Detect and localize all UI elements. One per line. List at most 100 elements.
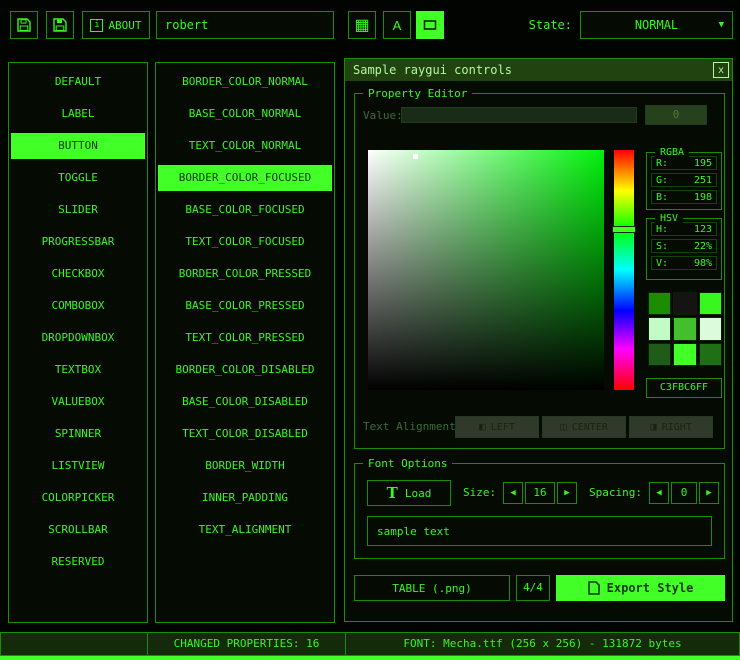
align-center-label: CENTER	[572, 422, 608, 433]
property-item-text-color-pressed[interactable]: TEXT_COLOR_PRESSED	[158, 325, 332, 351]
control-item-scrollbar[interactable]: SCROLLBAR	[11, 517, 145, 543]
export-format-dropdown[interactable]: TABLE (.png)	[354, 575, 510, 601]
value-button: 0	[645, 105, 707, 125]
value-slider	[401, 107, 637, 123]
font-t-icon: T	[387, 486, 398, 500]
font-atlas-button[interactable]: ▦	[348, 11, 376, 39]
control-item-colorpicker[interactable]: COLORPICKER	[11, 485, 145, 511]
green-valuebox[interactable]: G: 251	[651, 173, 717, 187]
load-style-button[interactable]	[10, 11, 38, 39]
about-button-label: ABOUT	[108, 19, 141, 32]
property-editor-title: Property Editor	[363, 87, 472, 100]
control-item-dropdownbox[interactable]: DROPDOWNBOX	[11, 325, 145, 351]
blue-value: 198	[694, 191, 712, 203]
format-counter-valuebox[interactable]: 4/4	[516, 575, 550, 601]
hex-color-textbox[interactable]: C3FBC6FF	[646, 378, 722, 398]
control-item-listview[interactable]: LISTVIEW	[11, 453, 145, 479]
control-item-reserved[interactable]: RESERVED	[11, 549, 145, 575]
size-valuebox[interactable]: 16	[525, 482, 555, 504]
palette-cell-7[interactable]	[673, 343, 696, 366]
toolbar: i ABOUT ▦ A State: NORMAL ▼	[0, 0, 740, 48]
property-item-base-color-normal[interactable]: BASE_COLOR_NORMAL	[158, 101, 332, 127]
property-item-text-color-normal[interactable]: TEXT_COLOR_NORMAL	[158, 133, 332, 159]
palette-cell-3[interactable]	[648, 317, 671, 340]
align-right-icon: ◨	[650, 422, 657, 432]
window-titlebar[interactable]: Sample raygui controls x	[345, 59, 732, 81]
property-item-base-color-focused[interactable]: BASE_COLOR_FOCUSED	[158, 197, 332, 223]
property-item-border-color-normal[interactable]: BORDER_COLOR_NORMAL	[158, 69, 332, 95]
property-item-base-color-pressed[interactable]: BASE_COLOR_PRESSED	[158, 293, 332, 319]
font-options-title: Font Options	[363, 457, 452, 470]
hsv-group: HSV H: 123 S: 22% V: 98%	[646, 218, 722, 280]
blue-valuebox[interactable]: B: 198	[651, 190, 717, 204]
control-box-icon	[423, 18, 437, 32]
rgba-group: RGBA R: 195 G: 251 B: 198	[646, 152, 722, 210]
property-item-border-color-disabled[interactable]: BORDER_COLOR_DISABLED	[158, 357, 332, 383]
save-style-button[interactable]	[46, 11, 74, 39]
value-label: Value:	[363, 109, 403, 122]
property-item-text-color-focused[interactable]: TEXT_COLOR_FOCUSED	[158, 229, 332, 255]
color-picker-cursor[interactable]	[413, 154, 418, 159]
control-item-toggle[interactable]: TOGGLE	[11, 165, 145, 191]
property-item-inner-padding[interactable]: INNER_PADDING	[158, 485, 332, 511]
palette-cell-8[interactable]	[699, 343, 722, 366]
controls-view-button[interactable]	[416, 11, 444, 39]
property-item-text-alignment[interactable]: TEXT_ALIGNMENT	[158, 517, 332, 543]
font-load-button[interactable]: T Load	[367, 480, 451, 506]
floppy-load-icon	[16, 17, 32, 33]
control-item-spinner[interactable]: SPINNER	[11, 421, 145, 447]
hsv-title: HSV	[655, 212, 683, 225]
style-name-input[interactable]	[156, 11, 334, 39]
state-dropdown[interactable]: NORMAL ▼	[580, 11, 733, 39]
palette-cell-2[interactable]	[699, 292, 722, 315]
palette-cell-1[interactable]	[673, 292, 696, 315]
control-item-default[interactable]: DEFAULT	[11, 69, 145, 95]
hue-slider-handle[interactable]	[612, 226, 636, 233]
property-item-border-color-pressed[interactable]: BORDER_COLOR_PRESSED	[158, 261, 332, 287]
font-options-group: Font Options T Load Size: ◀ 16 ▶ Spacing…	[354, 463, 725, 559]
size-decrease-button[interactable]: ◀	[503, 482, 523, 504]
palette-cell-6[interactable]	[648, 343, 671, 366]
state-dropdown-value: NORMAL	[635, 18, 678, 32]
green-label: G:	[656, 174, 668, 186]
control-item-valuebox[interactable]: VALUEBOX	[11, 389, 145, 415]
palette-cell-5[interactable]	[699, 317, 722, 340]
property-item-border-color-focused[interactable]: BORDER_COLOR_FOCUSED	[158, 165, 332, 191]
property-item-base-color-disabled[interactable]: BASE_COLOR_DISABLED	[158, 389, 332, 415]
close-button[interactable]: x	[713, 62, 729, 78]
spacing-label: Spacing:	[589, 486, 642, 499]
close-icon: x	[718, 65, 724, 76]
sample-text-input[interactable]	[367, 516, 712, 546]
size-label: Size:	[463, 486, 496, 499]
control-item-slider[interactable]: SLIDER	[11, 197, 145, 223]
value-valuebox[interactable]: V: 98%	[651, 256, 717, 270]
spacing-increase-button[interactable]: ▶	[699, 482, 719, 504]
saturation-label: S:	[656, 240, 668, 252]
control-item-combobox[interactable]: COMBOBOX	[11, 293, 145, 319]
property-item-text-color-disabled[interactable]: TEXT_COLOR_DISABLED	[158, 421, 332, 447]
spacing-decrease-button[interactable]: ◀	[649, 482, 669, 504]
about-button[interactable]: i ABOUT	[82, 11, 150, 39]
property-item-border-width[interactable]: BORDER_WIDTH	[158, 453, 332, 479]
palette-cell-4[interactable]	[673, 317, 696, 340]
text-alignment-label: Text Alignment	[363, 420, 456, 433]
control-item-checkbox[interactable]: CHECKBOX	[11, 261, 145, 287]
spacing-valuebox[interactable]: 0	[671, 482, 697, 504]
control-item-label[interactable]: LABEL	[11, 101, 145, 127]
value-hsv-value: 98%	[694, 257, 712, 269]
control-item-button[interactable]: BUTTON	[11, 133, 145, 159]
rgba-title: RGBA	[655, 146, 689, 159]
state-label: State:	[490, 11, 572, 39]
export-style-button[interactable]: Export Style	[556, 575, 725, 601]
control-item-progressbar[interactable]: PROGRESSBAR	[11, 229, 145, 255]
saturation-valuebox[interactable]: S: 22%	[651, 239, 717, 253]
size-increase-button[interactable]: ▶	[557, 482, 577, 504]
left-arrow-icon: ◀	[656, 488, 661, 498]
color-picker-area[interactable]	[368, 150, 604, 390]
control-item-textbox[interactable]: TEXTBOX	[11, 357, 145, 383]
hue-slider[interactable]	[614, 150, 634, 390]
align-left-label: LEFT	[491, 422, 515, 433]
font-settings-button[interactable]: A	[383, 11, 411, 39]
palette-cell-0[interactable]	[648, 292, 671, 315]
statusbar-font-info: FONT: Mecha.ttf (256 x 256) - 131872 byt…	[345, 632, 740, 656]
